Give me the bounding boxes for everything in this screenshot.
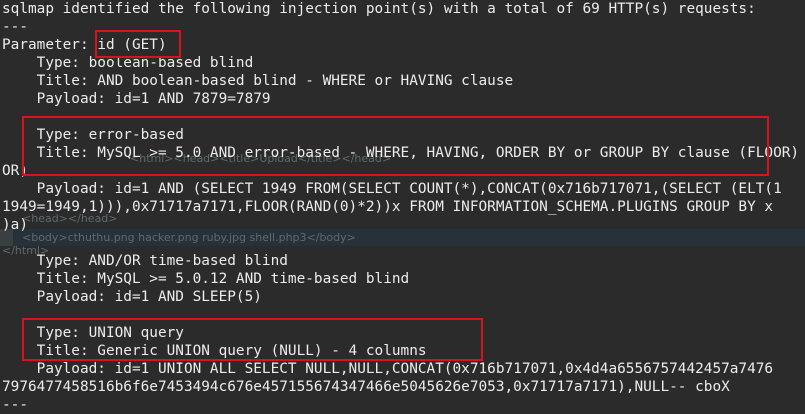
highlight-box-error-based: [22, 116, 769, 176]
separator-bottom: ---: [2, 397, 28, 413]
separator-top: ---: [2, 19, 28, 35]
injection-payload-wrap: 1949=1949,1))),0x71717a7171,FLOOR(RAND(0…: [2, 199, 774, 215]
injection-payload-wrap: 7976477458516b6f6e7453494c676e4571556743…: [2, 379, 730, 395]
injection-title: Title: MySQL >= 5.0.12 AND time-based bl…: [2, 271, 410, 287]
header-line: sqlmap identified the following injectio…: [2, 1, 756, 17]
injection-payload: Payload: id=1 AND SLEEP(5): [2, 289, 262, 305]
injection-payload: Payload: id=1 AND (SELECT 1949 FROM(SELE…: [2, 181, 782, 197]
highlight-box-parameter: [95, 30, 181, 58]
injection-payload: Payload: id=1 AND 7879=7879: [2, 91, 271, 107]
injection-payload: Payload: id=1 UNION ALL SELECT NULL,NULL…: [2, 361, 774, 377]
parameter-label: Parameter:: [2, 37, 98, 53]
injection-type: Type: AND/OR time-based blind: [2, 253, 288, 269]
ghost-code-line-c: <body>cthuthu.png hacker.png ruby.jpg sh…: [22, 231, 356, 244]
highlight-box-union-query: [22, 318, 483, 361]
injection-title: Title: AND boolean-based blind - WHERE o…: [2, 73, 514, 89]
terminal-window[interactable]: <html><head><title>Upload</title></head>…: [0, 0, 805, 414]
injection-payload-wrap: )a): [2, 217, 28, 233]
